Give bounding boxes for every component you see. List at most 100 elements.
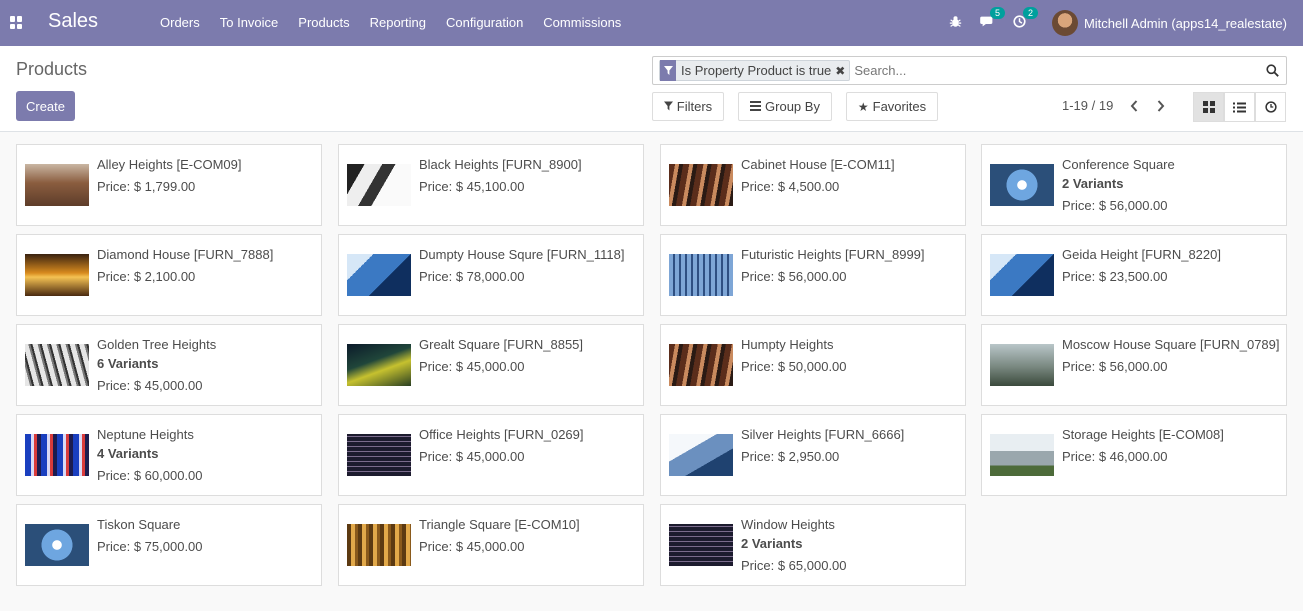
bars-icon — [750, 100, 762, 114]
activity-view-clock-icon[interactable] — [1255, 92, 1286, 122]
avatar — [1051, 10, 1078, 36]
menu-item-commissions[interactable]: Commissions — [533, 0, 631, 46]
product-image — [25, 524, 89, 566]
messages-badge: 5 — [989, 7, 1005, 19]
user-name: Mitchell Admin (apps14_realestate) — [1083, 15, 1287, 31]
product-card[interactable]: Diamond House [FURN_7888] Price: $ 2,100.… — [16, 234, 322, 316]
product-price: Price: $ 23,500.00 — [1062, 269, 1168, 284]
create-button[interactable]: Create — [16, 91, 75, 121]
apps-menu-icon[interactable] — [10, 16, 23, 29]
menu-item-orders[interactable]: Orders — [150, 0, 210, 46]
product-image — [990, 254, 1054, 296]
product-variants: 2 Variants — [741, 536, 803, 551]
product-card[interactable]: Grealt Square [FURN_8855] Price: $ 45,000… — [338, 324, 644, 406]
product-card[interactable]: Moscow House Square [FURN_0789] Price: $ … — [981, 324, 1287, 406]
pager-next-icon[interactable] — [1151, 96, 1171, 116]
product-info: Grealt Square [FURN_8855] Price: $ 45,000… — [419, 335, 639, 376]
product-name: Diamond House [FURN_7888] — [97, 247, 274, 262]
product-image — [347, 164, 411, 206]
product-name: Silver Heights [FURN_6666] — [741, 427, 905, 442]
product-name: Neptune Heights — [97, 427, 194, 442]
top-navbar: Sales Orders To Invoice Products Reporti… — [0, 0, 1303, 46]
product-image — [347, 344, 411, 386]
product-variants: 4 Variants — [97, 446, 159, 461]
messages-icon[interactable]: 5 — [980, 7, 1005, 31]
product-info: Conference Square 2 Variants Price: $ 56,0… — [1062, 155, 1282, 215]
product-card[interactable]: Office Heights [FURN_0269] Price: $ 45,00… — [338, 414, 644, 496]
app-name[interactable]: Sales — [48, 10, 98, 33]
product-card[interactable]: Dumpty House Squre [FURN_1118] Price: $ 7… — [338, 234, 644, 316]
product-price: Price: $ 60,000.00 — [97, 468, 203, 483]
debug-bug-icon[interactable] — [949, 15, 962, 31]
facet-label: Is Property Product is true — [681, 63, 832, 78]
search-input[interactable] — [850, 63, 1258, 78]
product-card[interactable]: Triangle Square [E-COM10] Price: $ 45,000… — [338, 504, 644, 586]
group-by-label: Group By — [765, 99, 820, 114]
product-info: Black Heights [FURN_8900] Price: $ 45,100… — [419, 155, 639, 196]
product-image — [669, 434, 733, 476]
product-card[interactable]: Cabinet House [E-COM11] Price: $ 4,500.00 — [660, 144, 966, 226]
menu-item-to-invoice[interactable]: To Invoice — [210, 0, 289, 46]
pager-value[interactable]: 1-19 / 19 — [1062, 98, 1113, 113]
favorites-label: Favorites — [872, 99, 927, 114]
product-info: Neptune Heights 4 Variants Price: $ 60,000… — [97, 425, 317, 485]
product-image — [347, 524, 411, 566]
product-card[interactable]: Black Heights [FURN_8900] Price: $ 45,100… — [338, 144, 644, 226]
product-price: Price: $ 45,000.00 — [419, 449, 525, 464]
product-info: Futuristic Heights [FURN_8999] Price: $ 5… — [741, 245, 961, 286]
product-name: Office Heights [FURN_0269] — [419, 427, 584, 442]
user-menu[interactable]: Mitchell Admin (apps14_realestate) — [1051, 10, 1287, 36]
product-name: Cabinet House [E-COM11] — [741, 157, 895, 172]
product-name: Storage Heights [E-COM08] — [1062, 427, 1224, 442]
menu-item-products[interactable]: Products — [288, 0, 359, 46]
control-panel: Products Create Is Property Product is t… — [0, 46, 1303, 132]
product-card[interactable]: Neptune Heights 4 Variants Price: $ 60,000… — [16, 414, 322, 496]
product-card[interactable]: Conference Square 2 Variants Price: $ 56,0… — [981, 144, 1287, 226]
product-info: Dumpty House Squre [FURN_1118] Price: $ 7… — [419, 245, 639, 286]
product-name: Tiskon Square — [97, 517, 181, 532]
product-image — [25, 164, 89, 206]
facet-remove-icon[interactable]: ✖ — [835, 64, 849, 78]
menu-item-configuration[interactable]: Configuration — [436, 0, 533, 46]
product-card[interactable]: Humpty Heights Price: $ 50,000.00 — [660, 324, 966, 406]
product-image — [990, 434, 1054, 476]
pager-previous-icon[interactable] — [1124, 96, 1144, 116]
product-card[interactable]: Silver Heights [FURN_6666] Price: $ 2,950… — [660, 414, 966, 496]
main-menu: Orders To Invoice Products Reporting Con… — [150, 0, 631, 46]
product-name: Triangle Square [E-COM10] — [419, 517, 580, 532]
kanban-view-icon[interactable] — [1193, 92, 1224, 122]
product-card[interactable]: Futuristic Heights [FURN_8999] Price: $ 5… — [660, 234, 966, 316]
list-view-icon[interactable] — [1224, 92, 1255, 122]
favorites-button[interactable]: ★ Favorites — [846, 92, 938, 121]
group-by-button[interactable]: Group By — [738, 92, 832, 121]
product-card[interactable]: Geida Height [FURN_8220] Price: $ 23,500.… — [981, 234, 1287, 316]
filter-icon — [660, 60, 676, 81]
product-price: Price: $ 50,000.00 — [741, 359, 847, 374]
star-icon: ★ — [857, 99, 869, 114]
product-info: Storage Heights [E-COM08] Price: $ 46,000… — [1062, 425, 1282, 466]
product-info: Diamond House [FURN_7888] Price: $ 2,100.… — [97, 245, 317, 286]
product-card[interactable]: Storage Heights [E-COM08] Price: $ 46,000… — [981, 414, 1287, 496]
product-name: Black Heights [FURN_8900] — [419, 157, 582, 172]
filters-button[interactable]: Filters — [652, 92, 724, 121]
product-name: Window Heights — [741, 517, 835, 532]
product-price: Price: $ 45,000.00 — [419, 539, 525, 554]
search-facet: Is Property Product is true ✖ — [659, 60, 851, 81]
product-card[interactable]: Golden Tree Heights 6 Variants Price: $ 45… — [16, 324, 322, 406]
product-image — [669, 254, 733, 296]
activities-badge: 2 — [1022, 7, 1038, 19]
product-price: Price: $ 45,100.00 — [419, 179, 525, 194]
product-price: Price: $ 2,950.00 — [741, 449, 840, 464]
product-price: Price: $ 1,799.00 — [97, 179, 196, 194]
product-card[interactable]: Window Heights 2 Variants Price: $ 65,000.… — [660, 504, 966, 586]
activities-clock-icon[interactable]: 2 — [1013, 7, 1038, 31]
menu-item-reporting[interactable]: Reporting — [360, 0, 436, 46]
product-name: Alley Heights [E-COM09] — [97, 157, 242, 172]
product-price: Price: $ 75,000.00 — [97, 539, 203, 554]
search-icon[interactable] — [1258, 64, 1286, 77]
product-card[interactable]: Alley Heights [E-COM09] Price: $ 1,799.00 — [16, 144, 322, 226]
product-card[interactable]: Tiskon Square Price: $ 75,000.00 — [16, 504, 322, 586]
product-name: Golden Tree Heights — [97, 337, 217, 352]
product-image — [25, 434, 89, 476]
product-price: Price: $ 56,000.00 — [741, 269, 847, 284]
